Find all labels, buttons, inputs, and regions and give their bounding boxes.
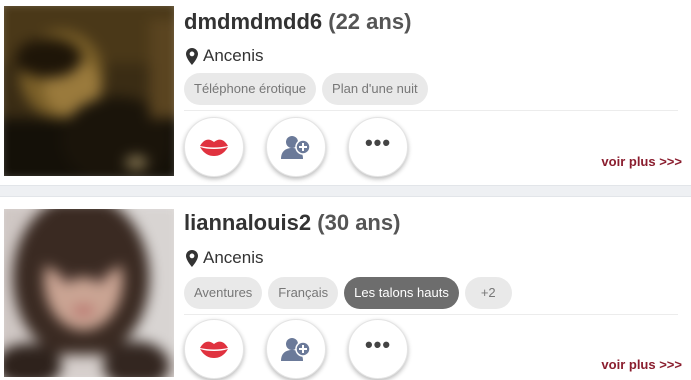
location: Ancenis [186, 46, 263, 66]
profile-name-line[interactable]: dmdmdmdd6 (22 ans) [184, 9, 411, 35]
profile-photo-image [4, 209, 174, 377]
interest-tag: Français [268, 277, 339, 309]
interest-tag: Plan d'une nuit [322, 73, 428, 105]
interest-tags: Aventures Français Les talons hauts +2 [184, 277, 512, 309]
interest-tag-matched: Les talons hauts [344, 277, 459, 309]
add-user-icon [281, 338, 311, 361]
profile-photo[interactable] [4, 6, 174, 176]
kiss-button[interactable] [184, 117, 244, 177]
lips-icon [200, 341, 228, 358]
location-text: Ancenis [203, 46, 264, 65]
divider [184, 110, 678, 111]
username[interactable]: liannalouis2 [184, 210, 311, 235]
add-user-icon [281, 136, 311, 159]
age: (22 ans) [328, 9, 412, 34]
more-options-button[interactable]: ••• [348, 117, 408, 177]
interest-tags: Téléphone érotique Plan d'une nuit [184, 73, 428, 105]
more-dots-icon: ••• [364, 332, 392, 357]
profile-card: dmdmdmdd6 (22 ans) Ancenis Téléphone éro… [0, 0, 691, 185]
age: (30 ans) [317, 210, 401, 235]
more-dots-icon: ••• [364, 130, 392, 155]
see-more-link[interactable]: voir plus >>> [601, 357, 682, 372]
see-more-link[interactable]: voir plus >>> [601, 154, 682, 169]
lips-icon [200, 139, 228, 156]
interest-tag: Aventures [184, 277, 263, 309]
profile-name-line[interactable]: liannalouis2 (30 ans) [184, 210, 400, 236]
profile-card: liannalouis2 (30 ans) Ancenis Aventures … [0, 197, 691, 380]
more-options-button[interactable]: ••• [348, 319, 408, 379]
action-buttons: ••• [184, 319, 408, 379]
profile-photo[interactable] [4, 209, 174, 377]
action-buttons: ••• [184, 117, 408, 177]
location-pin-icon [186, 47, 198, 65]
location-text: Ancenis [203, 248, 264, 267]
card-separator [0, 185, 691, 197]
divider [184, 314, 678, 315]
profile-photo-image [4, 6, 174, 176]
more-tags-badge[interactable]: +2 [464, 277, 512, 309]
location-pin-icon [186, 249, 198, 267]
location: Ancenis [186, 248, 263, 268]
add-friend-button[interactable] [266, 319, 326, 379]
username[interactable]: dmdmdmdd6 [184, 9, 322, 34]
interest-tag: Téléphone érotique [184, 73, 317, 105]
kiss-button[interactable] [184, 319, 244, 379]
add-friend-button[interactable] [266, 117, 326, 177]
